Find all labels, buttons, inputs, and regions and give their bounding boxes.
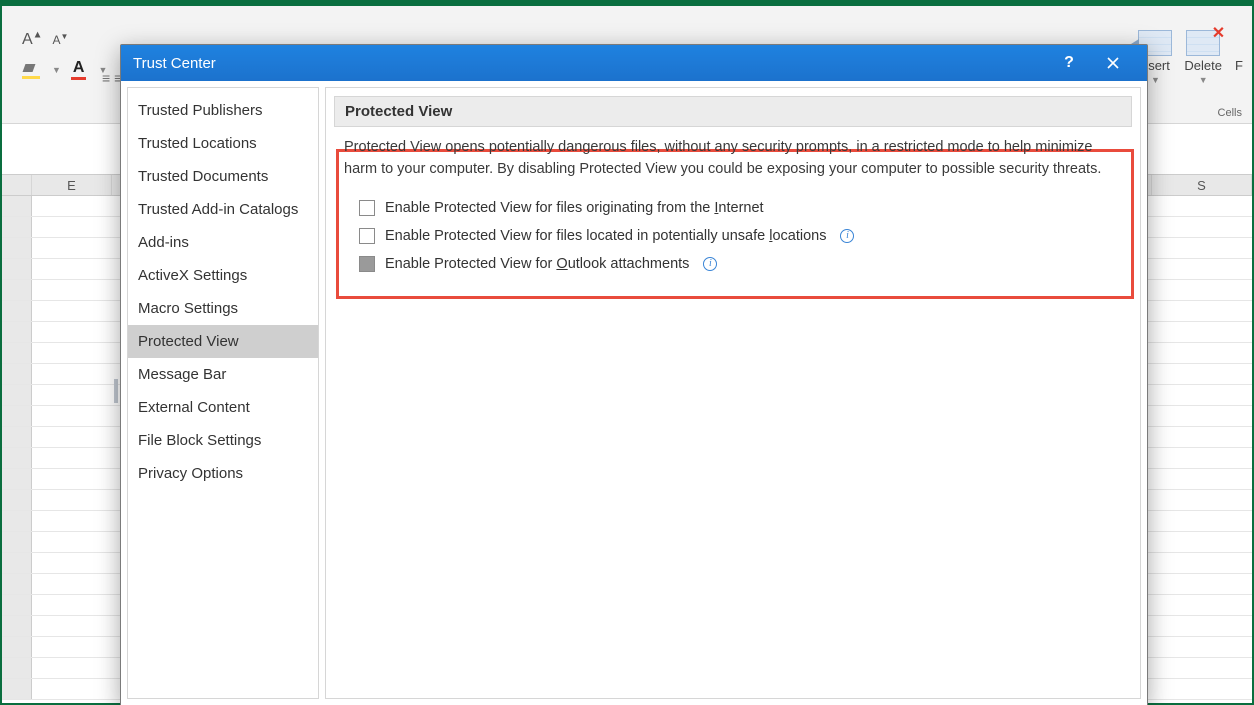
select-all-corner[interactable] bbox=[2, 175, 32, 195]
info-icon[interactable]: i bbox=[703, 257, 717, 271]
column-header[interactable]: E bbox=[32, 175, 112, 195]
nav-item-message-bar[interactable]: Message Bar bbox=[128, 358, 318, 391]
protected-view-option-0[interactable]: Enable Protected View for files originat… bbox=[359, 194, 1111, 222]
option-label: Enable Protected View for files located … bbox=[385, 228, 826, 244]
fill-color-dropdown-icon[interactable]: ▼ bbox=[52, 65, 61, 75]
dialog-titlebar[interactable]: Trust Center ? bbox=[121, 45, 1147, 81]
nav-item-add-ins[interactable]: Add-ins bbox=[128, 226, 318, 259]
help-button[interactable]: ? bbox=[1047, 45, 1091, 81]
nav-item-trusted-documents[interactable]: Trusted Documents bbox=[128, 160, 318, 193]
option-label: Enable Protected View for Outlook attach… bbox=[385, 256, 689, 272]
nav-item-privacy-options[interactable]: Privacy Options bbox=[128, 457, 318, 490]
app-window: A▲ A▼ ▼ A▼ ≡ ≡ nsert ▼ Delete bbox=[0, 0, 1254, 705]
font-group: A▲ A▼ ▼ A▼ bbox=[22, 30, 107, 80]
checkbox[interactable] bbox=[359, 256, 375, 272]
format-button-partial[interactable]: F bbox=[1234, 30, 1244, 73]
options-list: Enable Protected View for files originat… bbox=[349, 188, 1121, 278]
delete-cells-icon bbox=[1186, 30, 1220, 56]
align-left-icon[interactable]: ≡ bbox=[102, 70, 110, 86]
cells-group: nsert ▼ Delete ▼ F bbox=[1138, 30, 1244, 85]
info-icon[interactable]: i bbox=[840, 229, 854, 243]
dialog-title: Trust Center bbox=[133, 55, 1047, 72]
column-header[interactable]: S bbox=[1152, 175, 1252, 195]
section-description: Protected View opens potentially dangero… bbox=[326, 137, 1140, 185]
format-label-partial: F bbox=[1235, 58, 1243, 73]
delete-dropdown-icon[interactable]: ▼ bbox=[1199, 75, 1208, 85]
format-cells-icon bbox=[1234, 30, 1244, 56]
font-color-icon[interactable]: A bbox=[71, 59, 87, 80]
cells-group-label: Cells bbox=[1218, 107, 1242, 119]
close-icon bbox=[1107, 57, 1119, 69]
checkbox[interactable] bbox=[359, 200, 375, 216]
delete-label: Delete bbox=[1184, 58, 1222, 73]
trust-center-content: Protected View Protected View opens pote… bbox=[325, 87, 1141, 699]
increase-font-icon[interactable]: A▲ bbox=[22, 31, 43, 48]
nav-item-macro-settings[interactable]: Macro Settings bbox=[128, 292, 318, 325]
close-button[interactable] bbox=[1091, 45, 1135, 81]
fill-color-icon[interactable] bbox=[22, 61, 40, 79]
nav-item-external-content[interactable]: External Content bbox=[128, 391, 318, 424]
nav-item-trusted-publishers[interactable]: Trusted Publishers bbox=[128, 94, 318, 127]
delete-button[interactable]: Delete ▼ bbox=[1184, 30, 1222, 85]
trust-center-nav: Trusted PublishersTrusted LocationsTrust… bbox=[127, 87, 319, 699]
nav-item-activex-settings[interactable]: ActiveX Settings bbox=[128, 259, 318, 292]
nav-item-protected-view[interactable]: Protected View bbox=[128, 325, 318, 358]
trust-center-dialog: Trust Center ? Trusted PublishersTrusted… bbox=[120, 44, 1148, 705]
section-header: Protected View bbox=[334, 96, 1132, 127]
decrease-font-icon[interactable]: A▼ bbox=[52, 33, 68, 47]
checkbox[interactable] bbox=[359, 228, 375, 244]
dialog-body: Trusted PublishersTrusted LocationsTrust… bbox=[121, 81, 1147, 705]
protected-view-option-2[interactable]: Enable Protected View for Outlook attach… bbox=[359, 250, 1111, 278]
nav-item-trusted-add-in-catalogs[interactable]: Trusted Add-in Catalogs bbox=[128, 193, 318, 226]
row-selection-marker bbox=[114, 379, 118, 403]
protected-view-option-1[interactable]: Enable Protected View for files located … bbox=[359, 222, 1111, 250]
insert-dropdown-icon[interactable]: ▼ bbox=[1151, 75, 1160, 85]
option-label: Enable Protected View for files originat… bbox=[385, 200, 764, 216]
nav-item-trusted-locations[interactable]: Trusted Locations bbox=[128, 127, 318, 160]
nav-item-file-block-settings[interactable]: File Block Settings bbox=[128, 424, 318, 457]
